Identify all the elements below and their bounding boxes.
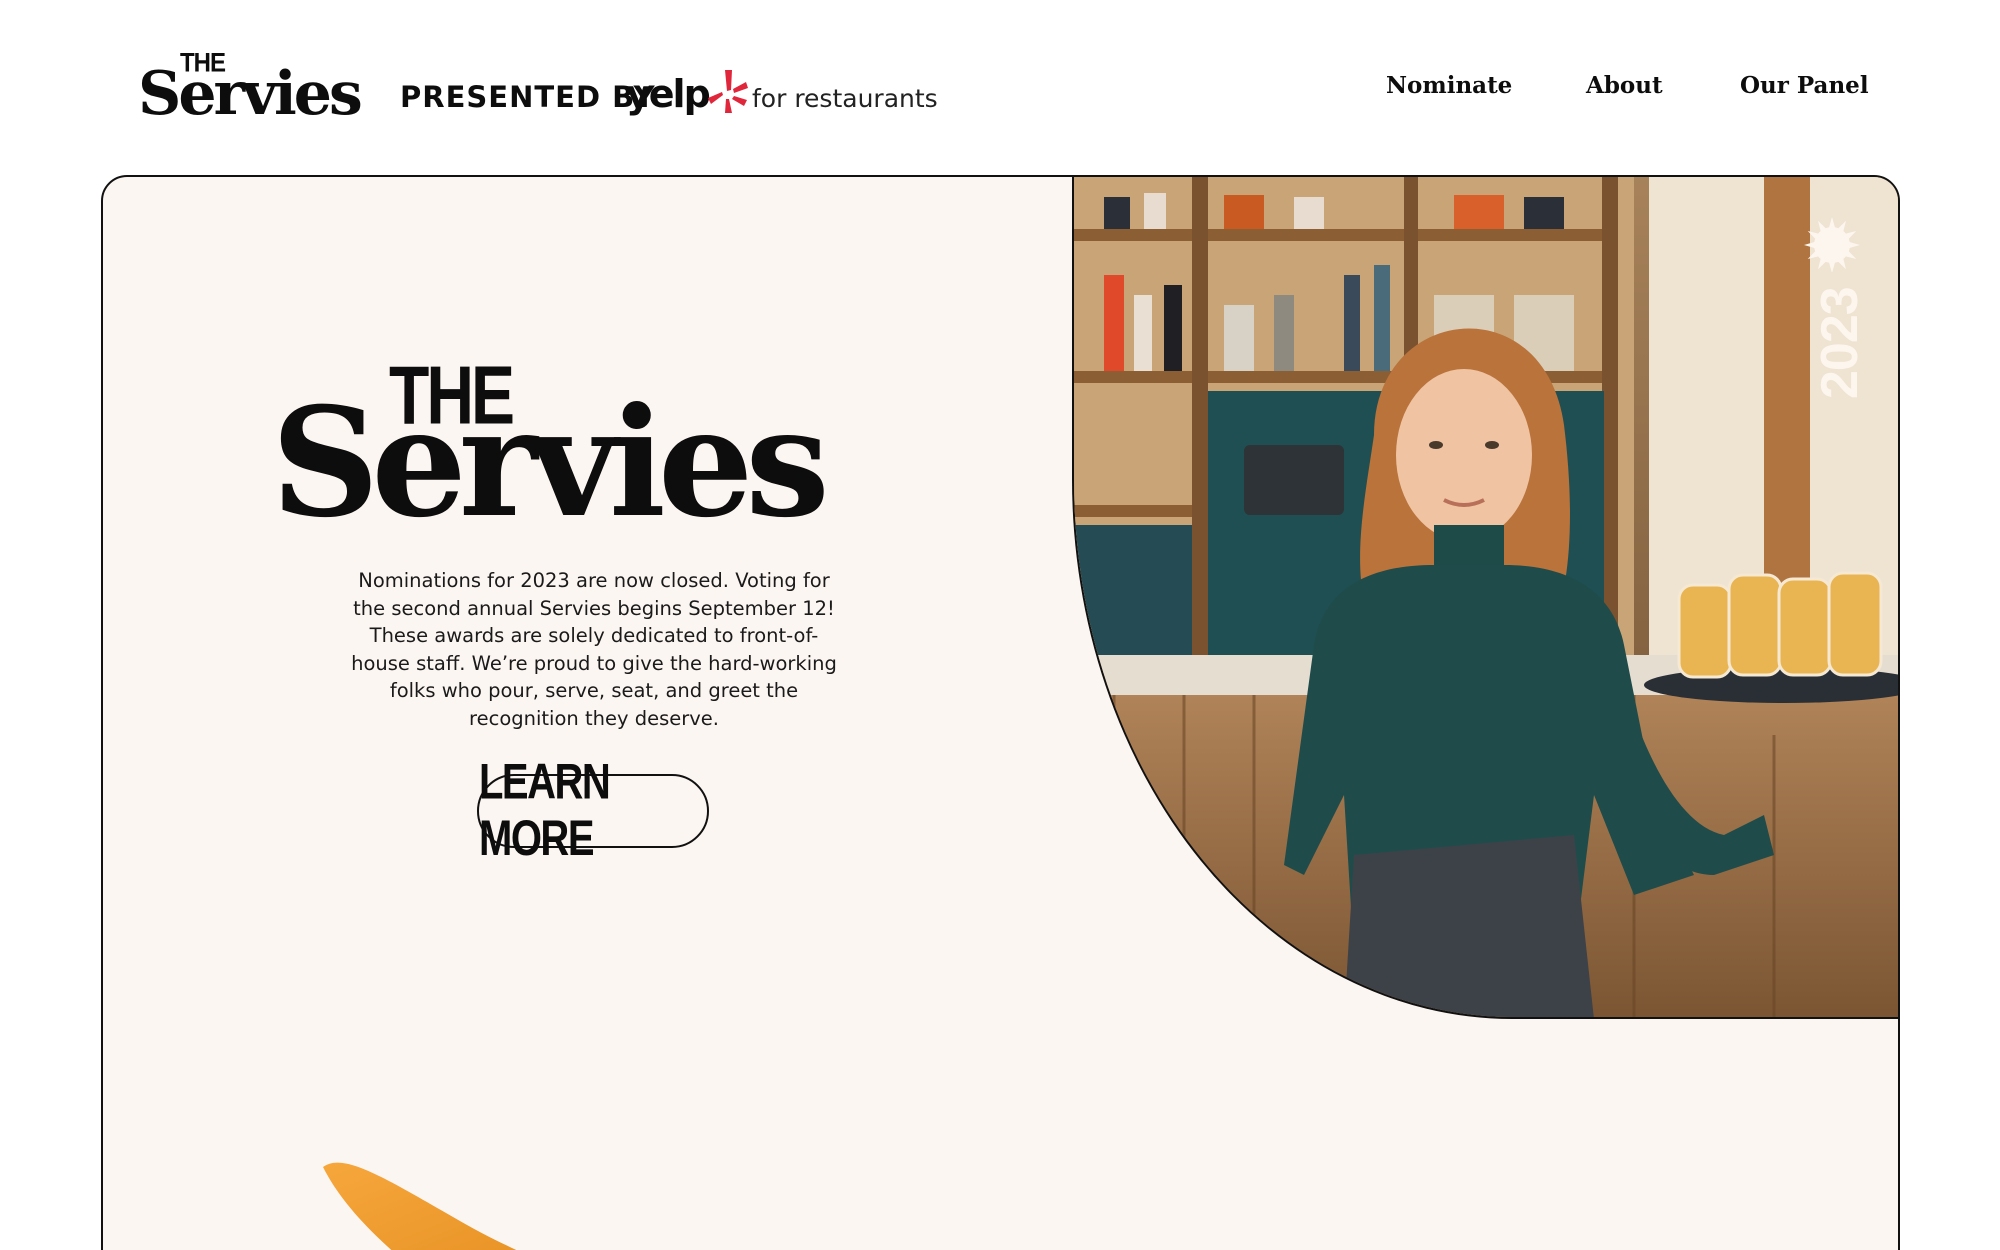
nav-nominate[interactable]: Nominate	[1386, 72, 1512, 99]
learn-more-button[interactable]: LEARN MORE	[477, 755, 709, 866]
year-text: 2023	[1811, 287, 1869, 399]
server-photo-illustration	[1074, 177, 1898, 1017]
hero-title: Servies	[271, 375, 830, 551]
hero-card: THE Servies Nominations for 2023 are now…	[101, 175, 1900, 1250]
starburst-icon	[1804, 217, 1860, 273]
hero-photo	[1072, 177, 1898, 1019]
decorative-peel-shape	[323, 1162, 517, 1250]
presented-by-text: PRESENTED BY	[400, 80, 656, 114]
nav-about[interactable]: About	[1586, 72, 1663, 99]
hero-intro-text: Nominations for 2023 are now closed. Vot…	[351, 569, 837, 730]
learn-more-label: LEARN MORE	[479, 754, 611, 866]
servies-logo[interactable]: THE Servies	[138, 49, 368, 126]
logo-servies-text: Servies	[138, 59, 363, 129]
hero-logo: THE Servies	[271, 347, 931, 547]
site-header: THE Servies PRESENTED BY yelp for restau…	[0, 0, 2000, 170]
nav-our-panel[interactable]: Our Panel	[1740, 72, 1869, 99]
year-badge: 2023	[1798, 217, 1869, 407]
for-restaurants-text: for restaurants	[752, 84, 938, 113]
yelp-wordmark: yelp	[626, 72, 711, 116]
yelp-burst-icon	[708, 70, 748, 113]
